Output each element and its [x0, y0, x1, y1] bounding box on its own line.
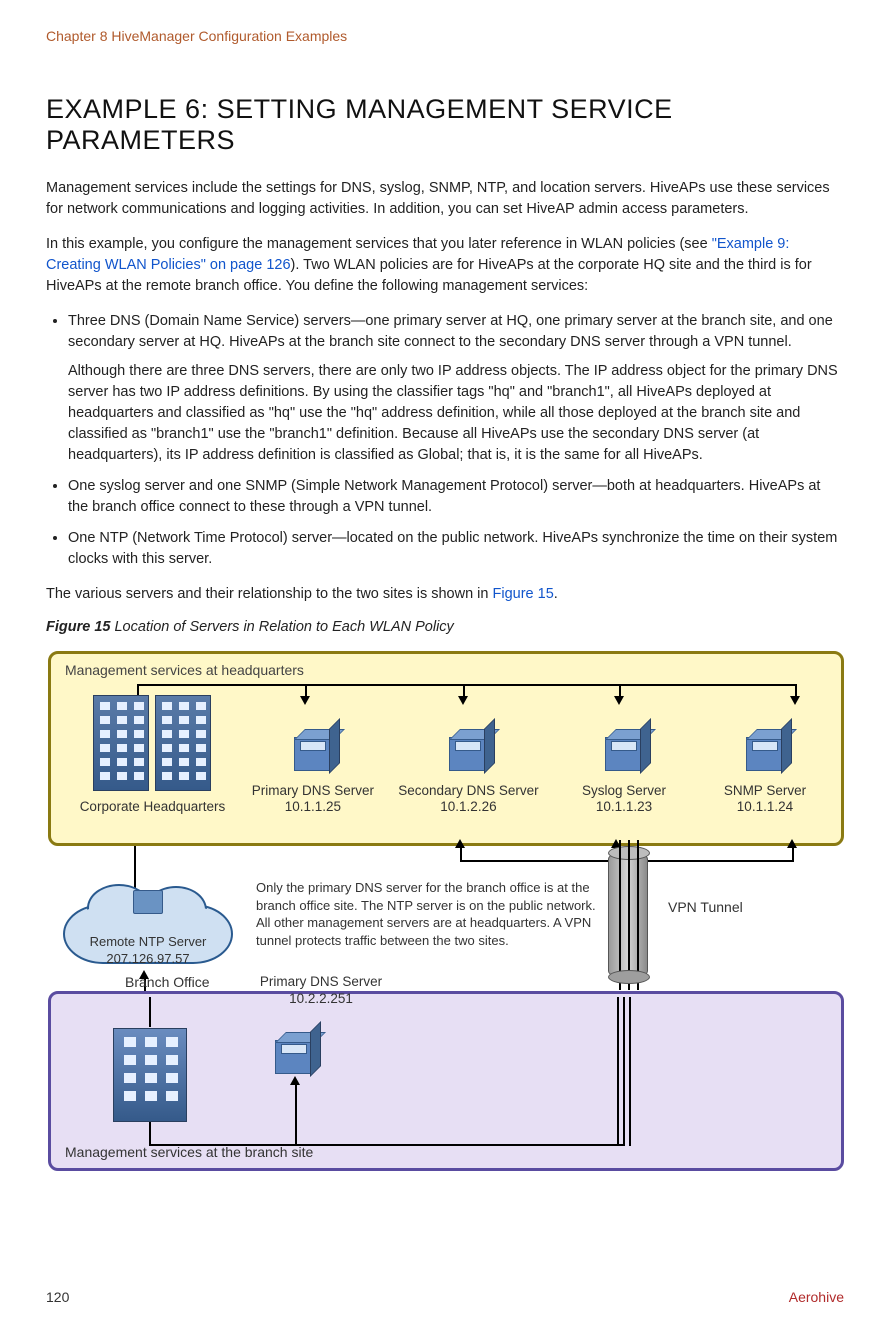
brand-name: Aerohive	[789, 1289, 844, 1305]
intro-text-a: In this example, you configure the manag…	[46, 236, 712, 252]
building-icon	[155, 695, 211, 791]
branch-primary-dns-name: Primary DNS Server	[260, 974, 382, 989]
branch-primary-dns-ip: 10.2.2.251	[289, 991, 353, 1006]
corporate-hq-label: Corporate Headquarters	[80, 799, 226, 816]
hq-box: Management services at headquarters Corp…	[48, 651, 844, 846]
diagram-note: Only the primary DNS server for the bran…	[256, 879, 596, 949]
server-icon	[738, 727, 792, 775]
secondary-dns-ip: 10.1.2.26	[398, 799, 538, 816]
vpn-tunnel-icon	[608, 851, 648, 979]
syslog-name: Syslog Server	[582, 783, 666, 798]
branch-footer-label: Management services at the branch site	[65, 1144, 313, 1160]
page-footer: 120 Aerohive	[46, 1289, 844, 1305]
syslog-server: Syslog Server 10.1.1.23	[551, 727, 697, 817]
server-icon	[133, 890, 163, 914]
branch-box: Branch Office Primary DNS Server 10.2.2.…	[48, 991, 844, 1171]
bullet-list: Three DNS (Domain Name Service) servers—…	[68, 311, 844, 570]
branch-office-label: Branch Office	[125, 974, 210, 990]
figure-description: Location of Servers in Relation to Each …	[110, 619, 453, 635]
figure-link[interactable]: Figure 15	[493, 586, 554, 602]
list-item: One NTP (Network Time Protocol) server—l…	[68, 528, 844, 570]
page-title: EXAMPLE 6: SETTING MANAGEMENT SERVICE PA…	[46, 94, 844, 156]
building-icon	[113, 1028, 187, 1122]
hq-label: Management services at headquarters	[65, 662, 304, 678]
primary-dns-server: Primary DNS Server 10.1.1.25	[240, 727, 386, 817]
syslog-ip: 10.1.1.23	[582, 799, 666, 816]
network-diagram: Management services at headquarters Corp…	[48, 651, 844, 1171]
snmp-name: SNMP Server	[724, 783, 806, 798]
primary-dns-name: Primary DNS Server	[252, 783, 374, 798]
building-icon	[93, 695, 149, 791]
secondary-dns-name: Secondary DNS Server	[398, 783, 538, 798]
snmp-ip: 10.1.1.24	[724, 799, 806, 816]
list-item: One syslog server and one SNMP (Simple N…	[68, 476, 844, 518]
ntp-ip: 207.126.97.57	[106, 951, 189, 966]
page-number: 120	[46, 1289, 69, 1305]
intro-paragraph-1: Management services include the settings…	[46, 178, 844, 220]
closing-paragraph: The various servers and their relationsh…	[46, 584, 844, 605]
ntp-cloud: Remote NTP Server 207.126.97.57	[63, 886, 233, 976]
list-item: Three DNS (Domain Name Service) servers—…	[68, 311, 844, 466]
closing-text-a: The various servers and their relationsh…	[46, 586, 493, 602]
server-icon	[267, 1030, 321, 1078]
intro-paragraph-2: In this example, you configure the manag…	[46, 234, 844, 297]
figure-caption: Figure 15 Location of Servers in Relatio…	[46, 619, 844, 635]
secondary-dns-server: Secondary DNS Server 10.1.2.26	[386, 727, 551, 817]
figure-number: Figure 15	[46, 619, 110, 635]
corporate-hq-icon: Corporate Headquarters	[65, 695, 240, 816]
server-icon	[597, 727, 651, 775]
bullet-1-main: Three DNS (Domain Name Service) servers—…	[68, 313, 833, 350]
chapter-header: Chapter 8 HiveManager Configuration Exam…	[46, 28, 844, 44]
vpn-tunnel-label: VPN Tunnel	[668, 899, 743, 915]
ntp-name: Remote NTP Server	[90, 934, 207, 949]
snmp-server: SNMP Server 10.1.1.24	[697, 727, 833, 817]
server-icon	[286, 727, 340, 775]
primary-dns-ip: 10.1.1.25	[252, 799, 374, 816]
bullet-1-sub: Although there are three DNS servers, th…	[68, 361, 844, 466]
closing-text-b: .	[554, 586, 558, 602]
server-icon	[441, 727, 495, 775]
